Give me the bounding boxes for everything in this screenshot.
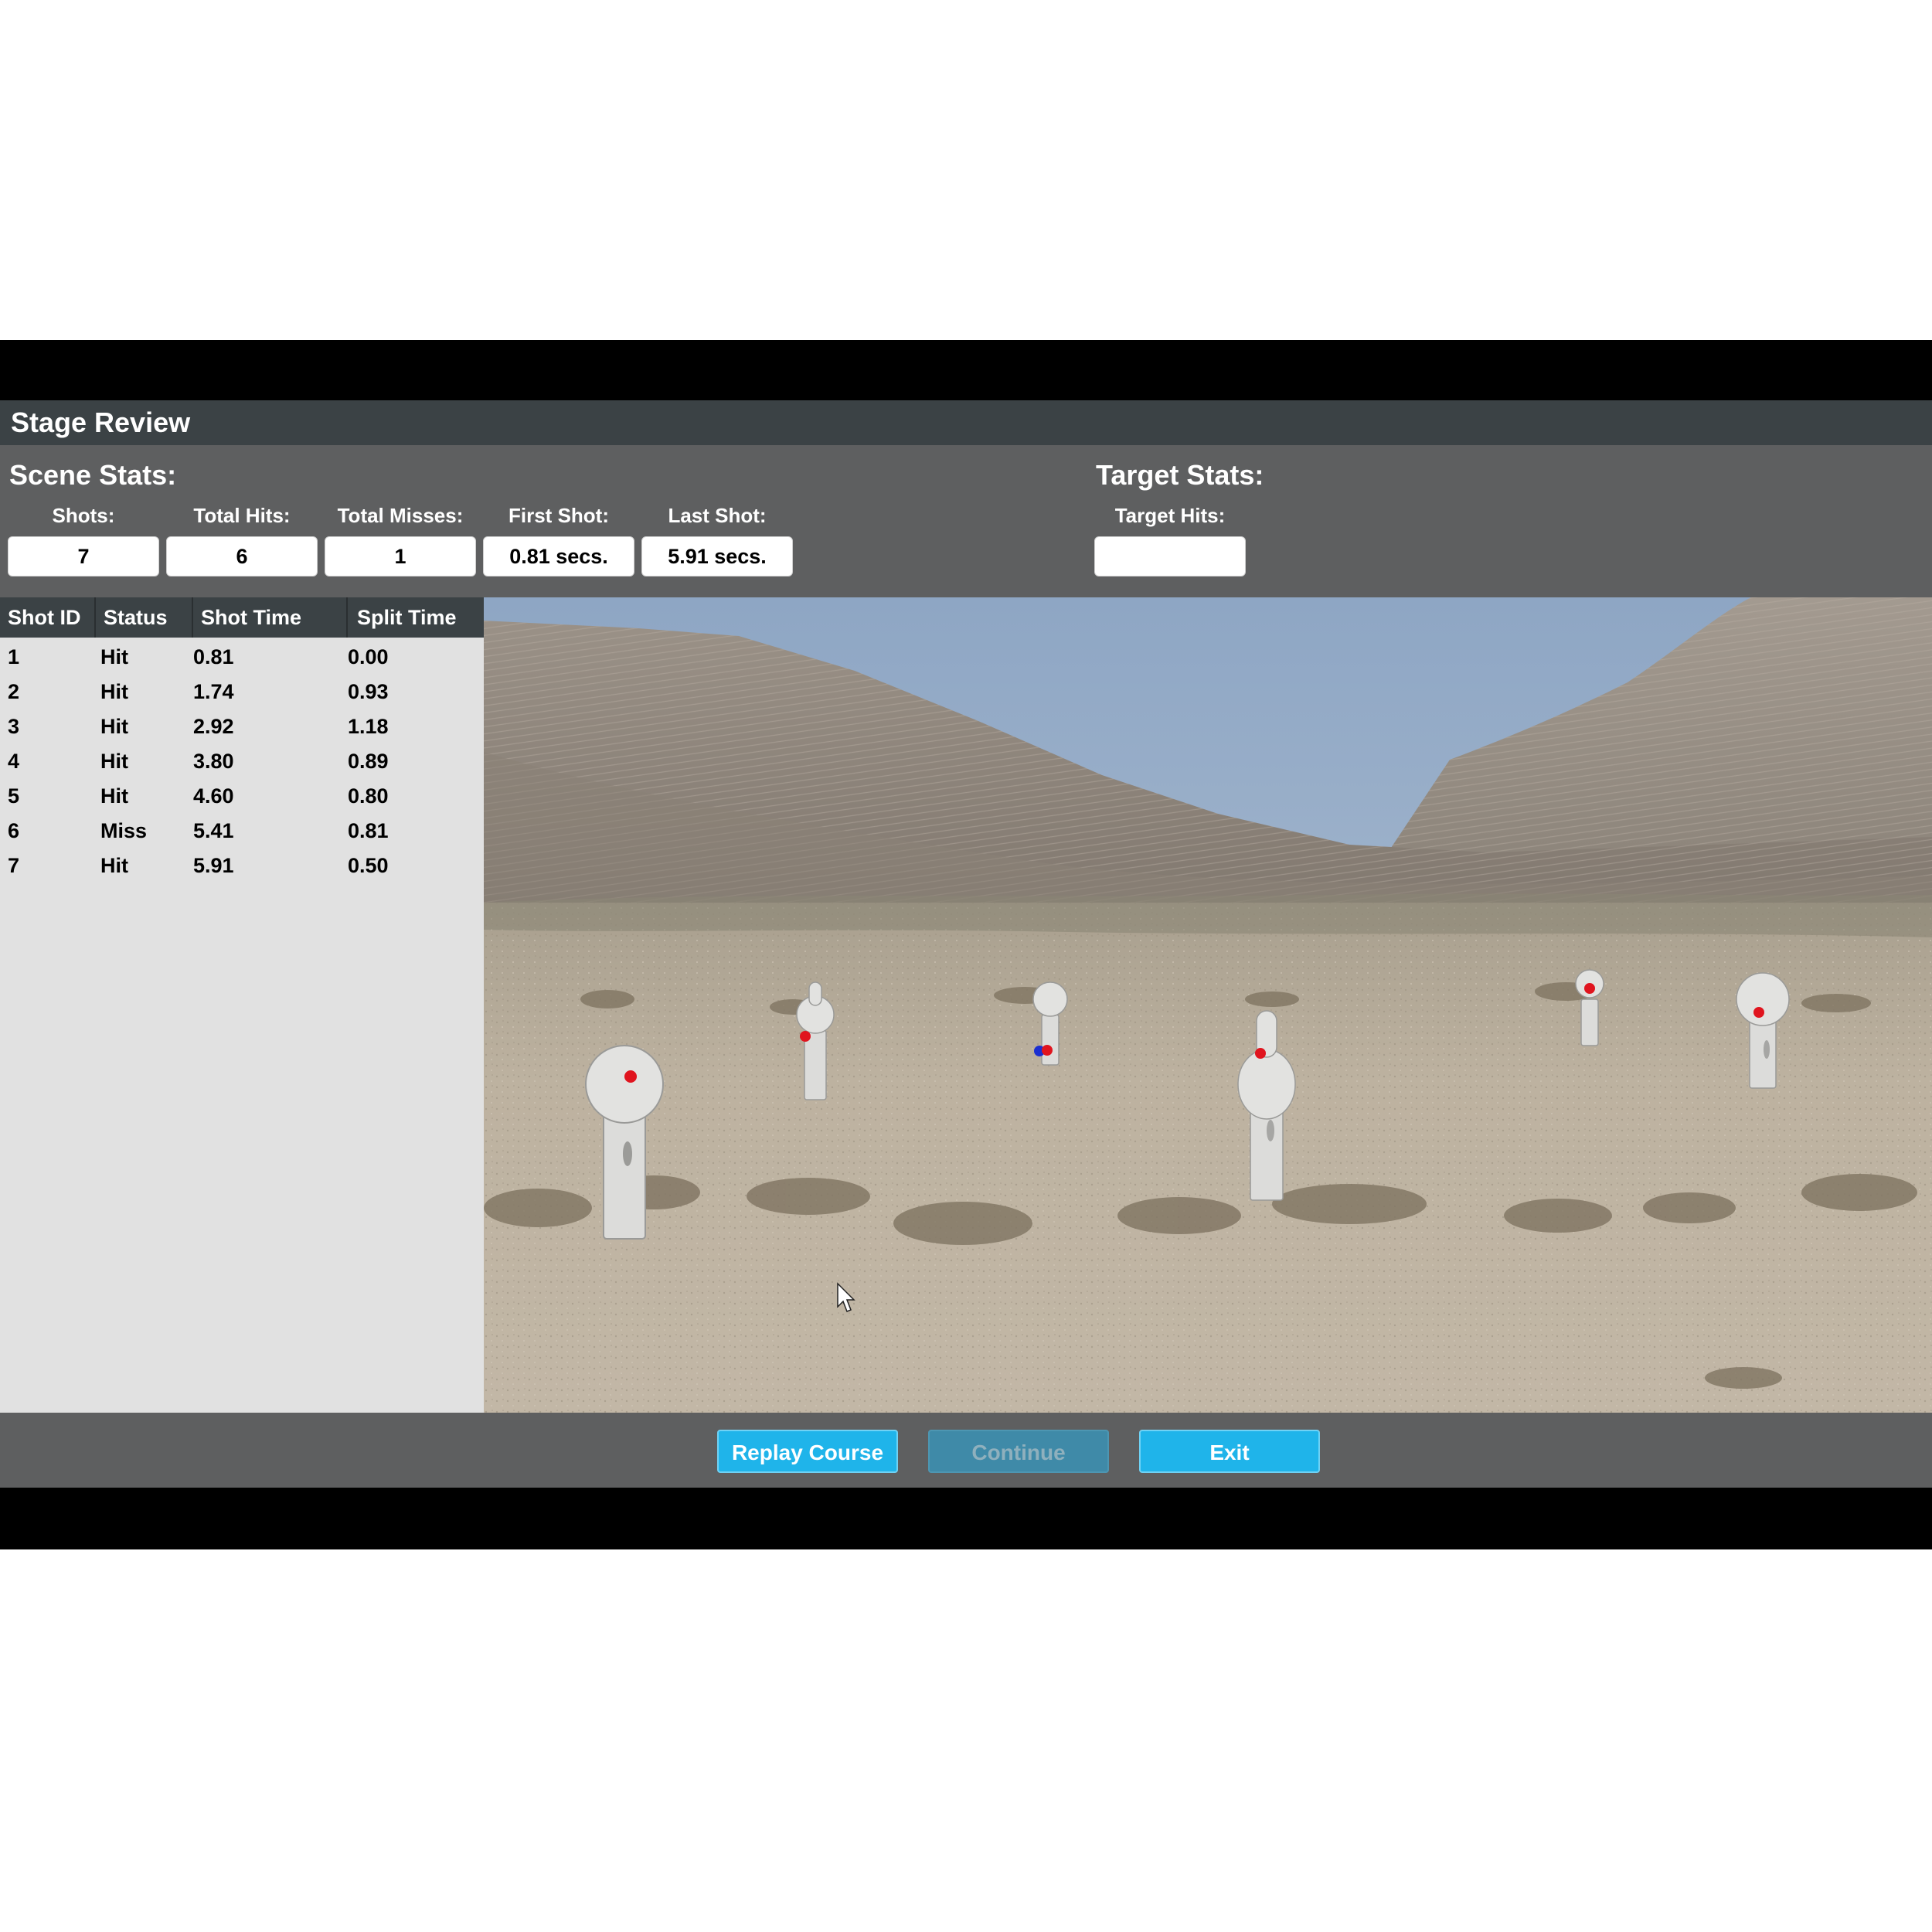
shot-id-cell: 4 xyxy=(8,750,20,773)
hit-marker xyxy=(1042,1045,1053,1056)
shot-time-cell: 1.74 xyxy=(193,680,234,703)
target-scene-view[interactable] xyxy=(484,597,1932,1413)
shot-time-cell: 4.60 xyxy=(193,784,234,808)
status-cell: Miss xyxy=(100,819,148,842)
continue-button[interactable]: Continue xyxy=(928,1430,1109,1473)
target-stats-title: Target Stats: xyxy=(1096,459,1264,491)
last-shot-label: Last Shot: xyxy=(668,504,767,527)
shot-id-cell: 1 xyxy=(8,645,20,668)
shots-label: Shots: xyxy=(52,504,115,527)
shot-table-header: Shot ID Status Shot Time Split Time xyxy=(0,597,484,638)
status-cell: Hit xyxy=(100,750,128,773)
shot-time-cell: 5.41 xyxy=(193,819,234,842)
column-header-shot-id[interactable]: Shot ID xyxy=(0,597,96,638)
window-title: Stage Review xyxy=(0,400,1932,445)
shots-value: 7 xyxy=(8,536,159,577)
target-hits-label: Target Hits: xyxy=(1114,504,1226,527)
status-cell: Hit xyxy=(100,715,128,738)
table-row[interactable]: 1 Hit 0.81 0.00 xyxy=(0,640,484,675)
shot-id-cell: 3 xyxy=(8,715,20,738)
shot-table: Shot ID Status Shot Time Split Time 1 Hi… xyxy=(0,597,484,1413)
stats-panel: Scene Stats: Shots: 7 Total Hits: 6 Tota… xyxy=(0,445,1932,597)
table-row[interactable]: 3 Hit 2.92 1.18 xyxy=(0,709,484,744)
split-time-cell: 0.00 xyxy=(348,645,389,668)
table-row[interactable]: 2 Hit 1.74 0.93 xyxy=(0,675,484,709)
shot-time-cell: 0.81 xyxy=(193,645,234,668)
table-row[interactable]: 4 Hit 3.80 0.89 xyxy=(0,744,484,779)
first-shot-value: 0.81 secs. xyxy=(483,536,634,577)
last-shot-value: 5.91 secs. xyxy=(641,536,793,577)
status-cell: Hit xyxy=(100,680,128,703)
shot-id-cell: 7 xyxy=(8,854,20,877)
target-hits-value xyxy=(1094,536,1246,577)
desert-range-scene xyxy=(484,597,1932,1413)
shot-table-body: 1 Hit 0.81 0.00 2 Hit 1.74 0.93 3 Hit 2.… xyxy=(0,640,484,883)
shot-time-cell: 2.92 xyxy=(193,715,234,738)
split-time-cell: 0.93 xyxy=(348,680,389,703)
hit-marker xyxy=(1753,1007,1764,1018)
column-header-split-time[interactable]: Split Time xyxy=(348,597,484,638)
hit-marker xyxy=(624,1070,637,1083)
scene-stats-title: Scene Stats: xyxy=(9,459,177,491)
total-hits-value: 6 xyxy=(166,536,318,577)
split-time-cell: 0.89 xyxy=(348,750,389,773)
shot-id-cell: 6 xyxy=(8,819,20,842)
action-bar: Replay Course Continue Exit xyxy=(0,1413,1932,1488)
split-time-cell: 0.81 xyxy=(348,819,389,842)
first-shot-label: First Shot: xyxy=(509,504,609,527)
split-time-cell: 0.50 xyxy=(348,854,389,877)
shot-time-cell: 3.80 xyxy=(193,750,234,773)
shot-id-cell: 5 xyxy=(8,784,20,808)
column-header-status[interactable]: Status xyxy=(96,597,193,638)
status-cell: Hit xyxy=(100,854,128,877)
column-header-shot-time[interactable]: Shot Time xyxy=(193,597,348,638)
table-row[interactable]: 7 Hit 5.91 0.50 xyxy=(0,849,484,883)
split-time-cell: 1.18 xyxy=(348,715,389,738)
total-hits-label: Total Hits: xyxy=(193,504,291,527)
status-cell: Hit xyxy=(100,645,128,668)
split-time-cell: 0.80 xyxy=(348,784,389,808)
hit-marker xyxy=(1584,983,1595,994)
exit-button[interactable]: Exit xyxy=(1139,1430,1320,1473)
table-row[interactable]: 6 Miss 5.41 0.81 xyxy=(0,814,484,849)
shot-time-cell: 5.91 xyxy=(193,854,234,877)
table-row[interactable]: 5 Hit 4.60 0.80 xyxy=(0,779,484,814)
replay-course-button[interactable]: Replay Course xyxy=(717,1430,898,1473)
stage-review-window: Stage Review Scene Stats: Shots: 7 Total… xyxy=(0,340,1932,1549)
status-cell: Hit xyxy=(100,784,128,808)
hit-marker xyxy=(800,1031,811,1042)
total-misses-value: 1 xyxy=(325,536,476,577)
hit-marker xyxy=(1255,1048,1266,1059)
total-misses-label: Total Misses: xyxy=(337,504,464,527)
shot-id-cell: 2 xyxy=(8,680,20,703)
